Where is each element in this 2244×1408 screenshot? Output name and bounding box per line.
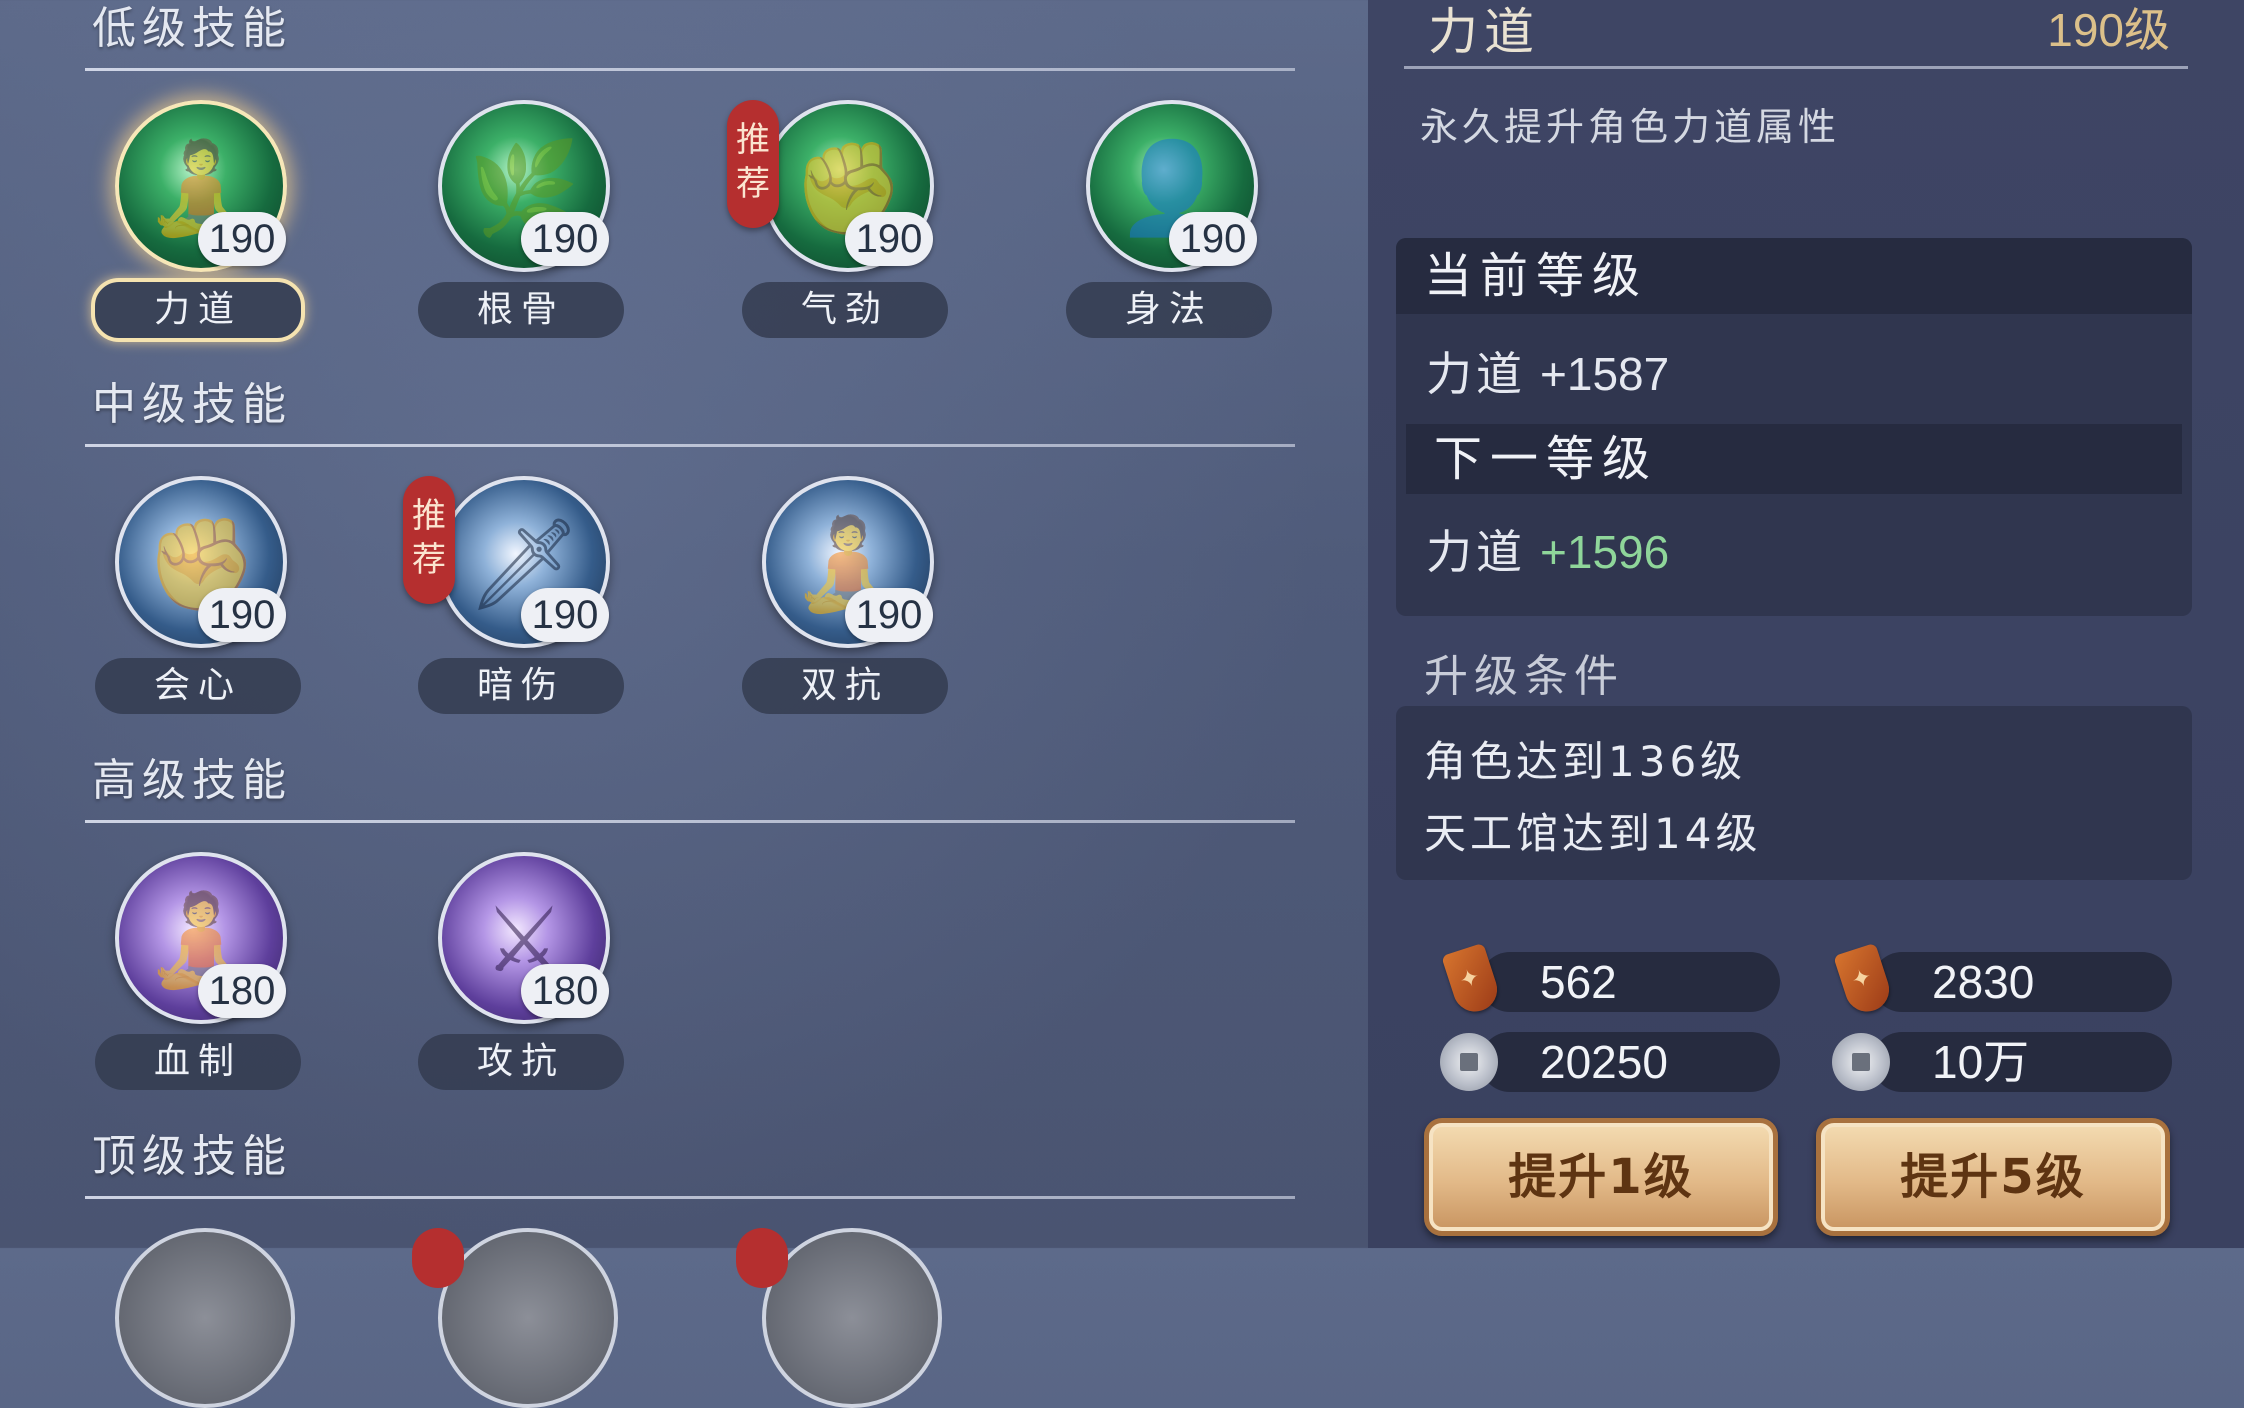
skill-name: 双抗 [742, 658, 948, 714]
section-divider [85, 444, 1295, 447]
skill-gongkang[interactable]: ⚔ 180 攻抗 [413, 852, 633, 1102]
section-title-low: 低级技能 [92, 3, 292, 54]
skill-detail-panel: 力道 190级 永久提升角色力道属性 当前等级 力道 +1587 下一等级 力道 +… [1368, 0, 2244, 1248]
skill-icon-partial[interactable] [762, 1228, 942, 1408]
next-stat: 力道 +1596 [1426, 516, 1669, 582]
recommend-tag-partial [736, 1228, 788, 1288]
recommend-tag: 推荐 [727, 100, 779, 228]
next-level-header: 下一等级 [1406, 424, 2182, 494]
cost-coin-1-value: 20250 [1540, 1036, 1668, 1088]
skill-qijin[interactable]: ✊ 推荐 190 气劲 [727, 100, 957, 350]
skill-name: 身法 [1066, 282, 1272, 338]
upgrade-1-button[interactable]: 提升1级 [1424, 1118, 1778, 1236]
detail-title: 力道 [1428, 3, 1540, 61]
skill-name: 暗伤 [418, 658, 624, 714]
upgrade-5-label: 提升5级 [1900, 1149, 2086, 1205]
detail-divider [1404, 66, 2188, 69]
detail-description: 永久提升角色力道属性 [1420, 105, 1841, 149]
condition-item: 角色达到136级 [1424, 737, 1747, 786]
section-divider [85, 68, 1295, 71]
skill-level-badge: 190 [198, 588, 286, 642]
skill-name: 血制 [95, 1034, 301, 1090]
conditions-title: 升级条件 [1424, 651, 1624, 702]
section-title-mid: 中级技能 [92, 379, 292, 430]
skill-shenfa[interactable]: 👤 190 身法 [1061, 100, 1281, 350]
cost-coin-1: 20250 [1440, 1032, 1780, 1092]
skill-level-badge: 190 [521, 212, 609, 266]
detail-level: 190级 [2047, 4, 2170, 56]
next-stat-value: +1596 [1540, 526, 1670, 578]
recommend-tag-partial [412, 1228, 464, 1288]
skill-shuangkang[interactable]: 🧘 190 双抗 [737, 476, 957, 726]
current-stat-name: 力道 [1426, 347, 1526, 401]
cost-token-5: 2830 [1833, 942, 2172, 1018]
skill-name: 会心 [95, 658, 301, 714]
cost-token-5-value: 2830 [1932, 956, 2035, 1008]
section-title-top: 顶级技能 [92, 1131, 292, 1182]
skill-level-badge: 190 [845, 588, 933, 642]
cost-coin-5-value: 10万 [1932, 1036, 2030, 1088]
skill-level-badge: 180 [198, 964, 286, 1018]
skill-level-badge: 190 [845, 212, 933, 266]
section-divider [85, 1196, 1295, 1199]
skill-name: 攻抗 [418, 1034, 624, 1090]
skill-icon-partial[interactable] [115, 1228, 295, 1408]
upgrade-1-label: 提升1级 [1508, 1149, 1694, 1205]
coin-icon [1832, 1033, 1890, 1091]
skill-name: 力道 [91, 278, 305, 342]
level-stats-box: 当前等级 力道 +1587 下一等级 力道 +1596 [1396, 238, 2192, 616]
skill-level-badge: 190 [1169, 212, 1257, 266]
section-title-high: 高级技能 [92, 755, 292, 806]
cost-token-1-value: 562 [1540, 956, 1617, 1008]
section-divider [85, 820, 1295, 823]
skill-name: 气劲 [742, 282, 948, 338]
current-level-header: 当前等级 [1396, 238, 2192, 314]
skill-xuezhi[interactable]: 🧘 180 血制 [90, 852, 310, 1102]
cost-token-1: 562 [1441, 942, 1780, 1018]
upgrade-5-button[interactable]: 提升5级 [1816, 1118, 2170, 1236]
next-stat-name: 力道 [1426, 525, 1526, 579]
skill-lidao[interactable]: 🧘 190 力道 [90, 100, 310, 350]
current-stat: 力道 +1587 [1426, 338, 1669, 404]
current-stat-value: +1587 [1540, 348, 1670, 400]
skill-huixin[interactable]: ✊ 190 会心 [90, 476, 310, 726]
token-icon [1441, 942, 1503, 1018]
skill-level-badge: 180 [521, 964, 609, 1018]
condition-item: 天工馆达到14级 [1424, 809, 1762, 858]
skill-name: 根骨 [418, 282, 624, 338]
skill-level-badge: 190 [198, 212, 286, 266]
conditions-box: 角色达到136级 天工馆达到14级 [1396, 706, 2192, 880]
cost-coin-5: 10万 [1832, 1032, 2172, 1092]
skill-gengu[interactable]: 🌿 190 根骨 [413, 100, 633, 350]
skill-level-badge: 190 [521, 588, 609, 642]
token-icon [1833, 942, 1895, 1018]
coin-icon [1440, 1033, 1498, 1091]
skill-icon-partial[interactable] [438, 1228, 618, 1408]
skill-anshang[interactable]: 🗡 推荐 190 暗伤 [403, 476, 633, 726]
recommend-tag: 推荐 [403, 476, 455, 604]
skill-list-panel: 低级技能 🧘 190 力道 🌿 190 根骨 ✊ 推荐 190 气劲 👤 190… [0, 0, 1330, 1408]
